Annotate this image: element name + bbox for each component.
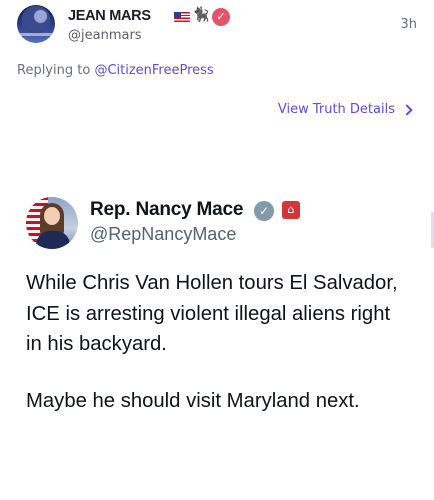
author-handle[interactable]: @jeanmars [68, 28, 142, 43]
author-name[interactable]: JEAN MARS [68, 8, 151, 24]
tweet-paragraph: Maybe he should visit Maryland next. [26, 389, 360, 412]
reply-context: Replying to @CitizenFreePress [17, 63, 214, 78]
us-house-label-icon: ⌂ [282, 201, 300, 219]
author-avatar[interactable] [17, 5, 55, 43]
verified-icon: ✓ [212, 8, 230, 26]
truth-details-label: View Truth Details [277, 102, 395, 117]
reply-prefix: Replying to [17, 63, 91, 78]
post-timestamp[interactable]: 3h [400, 17, 417, 32]
tweet-author-avatar [26, 197, 78, 249]
post-header: JEAN MARS 🐈‍⬛ ✓ @jeanmars 3h [17, 5, 417, 47]
tweet-author-name: Rep. Nancy Mace [90, 199, 244, 220]
government-verified-icon: ✓ [254, 201, 274, 221]
tweet-author-handle: @RepNancyMace [90, 224, 237, 244]
reply-to-link[interactable]: @CitizenFreePress [94, 63, 213, 78]
view-truth-details-link[interactable]: View Truth Details [277, 102, 413, 117]
black-cat-icon: 🐈‍⬛ [192, 7, 210, 23]
tweet-paragraph: While Chris Van Hollen tours El Salvador… [26, 272, 398, 355]
chevron-right-icon [401, 103, 413, 116]
us-flag-icon [174, 12, 190, 22]
tweet-text: While Chris Van Hollen tours El Salvador… [26, 268, 411, 416]
